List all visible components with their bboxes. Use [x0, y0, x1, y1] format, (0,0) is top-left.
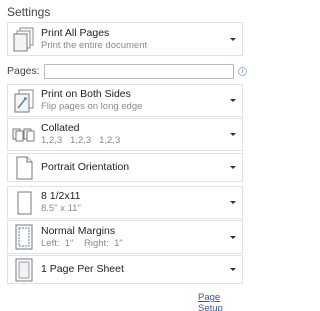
paper-size-label: 8 1/2x11: [41, 190, 81, 202]
margins-dropdown[interactable]: Normal Margins Left: 1" Right: 1": [7, 220, 243, 254]
pages-per-sheet-label: 1 Page Per Sheet: [41, 263, 124, 275]
collation-label: Collated: [41, 122, 80, 134]
print-range-label: Print All Pages: [41, 26, 110, 39]
chevron-down-icon: [230, 99, 236, 102]
paper-size-icon: [12, 190, 36, 216]
pages-per-sheet-icon: [12, 257, 36, 283]
pages-row: Pages: i: [5, 64, 247, 80]
print-range-description: Print the entire document: [41, 39, 148, 51]
duplex-description: Flip pages on long edge: [41, 101, 143, 112]
collation-dropdown[interactable]: Collated 1,2,3 1,2,3 1,2,3: [7, 118, 243, 151]
paper-size-dropdown[interactable]: 8 1/2x11 8.5" x 11": [7, 186, 243, 219]
margins-label: Normal Margins: [41, 224, 116, 237]
print-range-dropdown[interactable]: Print All Pages Print the entire documen…: [7, 22, 243, 56]
margins-description: Left: 1" Right: 1": [41, 237, 123, 249]
chevron-down-icon: [230, 201, 236, 204]
print-all-pages-icon: [12, 26, 36, 52]
chevron-down-icon: [230, 166, 236, 169]
print-settings-panel: Settings Print All Pages Print the entir…: [0, 0, 247, 311]
chevron-down-icon: [230, 37, 236, 41]
pages-input[interactable]: [44, 64, 234, 79]
pages-per-sheet-dropdown[interactable]: 1 Page Per Sheet: [7, 255, 243, 284]
settings-heading: Settings: [7, 5, 51, 19]
orientation-label: Portrait Orientation: [41, 161, 130, 173]
orientation-dropdown[interactable]: Portrait Orientation: [7, 153, 243, 182]
page-setup-link[interactable]: Page Setup: [198, 292, 247, 311]
portrait-icon: [12, 155, 36, 181]
chevron-down-icon: [230, 235, 236, 239]
duplex-dropdown[interactable]: Print on Both Sides Flip pages on long e…: [7, 84, 243, 117]
collated-icon: [12, 122, 36, 148]
chevron-down-icon: [230, 133, 236, 136]
duplex-label: Print on Both Sides: [41, 88, 131, 100]
duplex-print-icon: [12, 88, 36, 114]
collation-description: 1,2,3 1,2,3 1,2,3: [41, 135, 121, 146]
margins-icon: [12, 224, 36, 250]
chevron-down-icon: [230, 268, 236, 271]
paper-size-description: 8.5" x 11": [41, 203, 81, 214]
pages-label: Pages:: [7, 65, 40, 77]
info-icon[interactable]: i: [238, 67, 247, 76]
